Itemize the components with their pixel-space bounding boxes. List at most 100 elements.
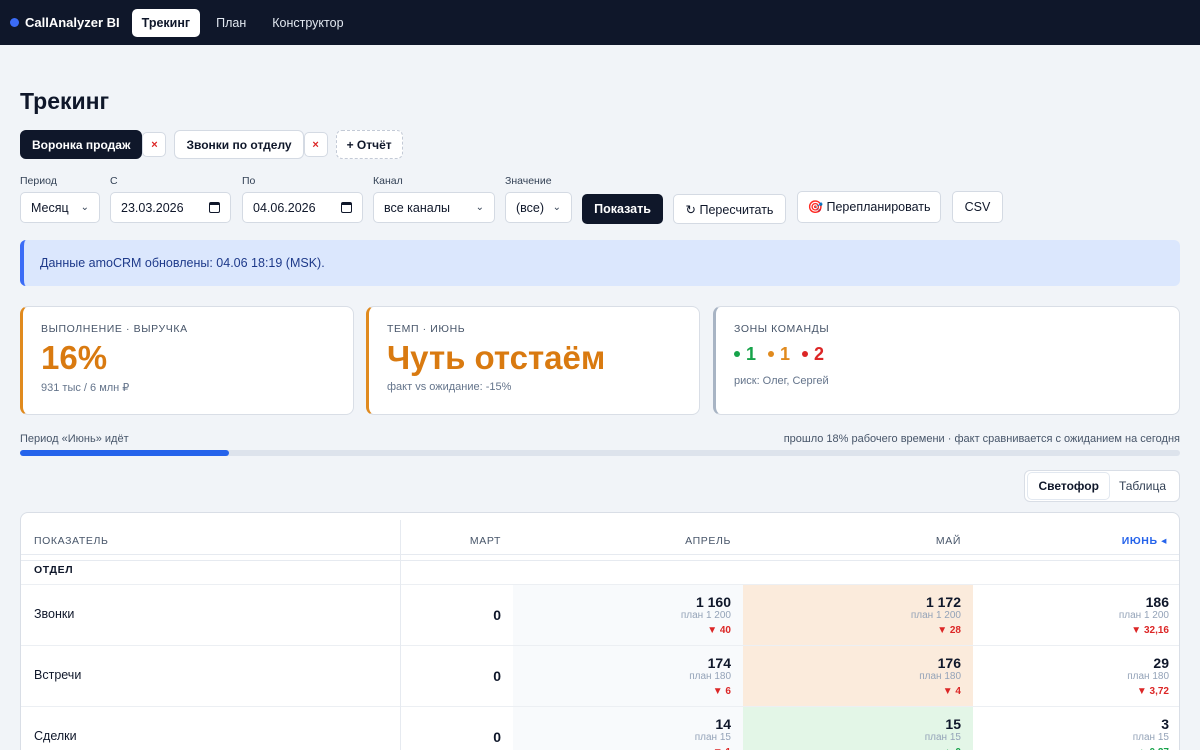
nav-tab-constructor[interactable]: Конструктор [262, 9, 353, 37]
cell-value: 0 [493, 668, 501, 684]
value-value: (все) [516, 200, 545, 215]
cell-value: 1 160 [695, 594, 731, 610]
csv-export-button[interactable]: CSV [952, 191, 1003, 223]
green-dot-icon [734, 351, 740, 357]
cell-plan: план 180 [689, 671, 731, 682]
red-dot-icon [802, 351, 809, 357]
view-traffic-light-button[interactable]: Светофор [1028, 473, 1109, 499]
cell-delta: ▼ 4 [942, 686, 961, 697]
kpi-card-execution: Выполнение · выручка 16% 931 тыс / 6 млн… [20, 306, 354, 415]
report-tab-sales-funnel[interactable]: Воронка продаж [20, 130, 143, 159]
channel-label: Канал [373, 175, 403, 187]
row-label: Встречи [34, 668, 82, 682]
channel-value: все каналы [384, 200, 451, 215]
kpi-card-pace: Темп · июнь Чуть отстаём факт vs ожидани… [366, 306, 700, 415]
cell-value: 14 [715, 716, 731, 732]
close-report-sales-funnel-icon[interactable]: × [142, 132, 167, 157]
zone-red: 2 [802, 344, 824, 365]
cell-plan: план 15 [924, 732, 961, 743]
cell-plan: план 180 [919, 671, 961, 682]
chevron-down-icon: ⌄ [80, 202, 89, 213]
progress-caption: прошло 18% рабочего времени · факт сравн… [783, 433, 1180, 445]
zone-orange: 1 [768, 344, 790, 365]
to-label: По [242, 175, 256, 187]
from-date-value: 23.03.2026 [121, 200, 184, 215]
cell-value: 1 172 [925, 594, 961, 610]
chevron-down-icon: ⌄ [552, 202, 561, 213]
period-select[interactable]: Месяц ⌄ [20, 192, 100, 223]
period-value: Месяц [31, 200, 69, 215]
report-tab-dept-calls[interactable]: Звонки по отделу [174, 130, 304, 159]
kpi-execution-caption: Выполнение · выручка [41, 323, 188, 335]
cell-plan: план 1 200 [1118, 610, 1169, 621]
cell-plan: план 15 [1132, 732, 1169, 743]
group-label: Отдел [34, 564, 74, 576]
cell-delta: ▼ 6 [712, 686, 731, 697]
row-label-cell: Встречи [21, 645, 400, 706]
cell-april: 14план 15▼ 1 [513, 706, 743, 750]
channel-select[interactable]: все каналы ⌄ [373, 192, 495, 223]
to-date-input[interactable]: 04.06.2026 [242, 192, 363, 223]
kpi-card-zones: Зоны команды 1 1 2 риск: Олег, Сергей [713, 306, 1180, 415]
zones-counts: 1 1 2 [734, 343, 1161, 365]
to-date-value: 04.06.2026 [253, 200, 316, 215]
value-label: Значение [505, 175, 552, 187]
top-navbar: CallAnalyzer BI Трекинг План Конструктор [0, 0, 1200, 45]
show-button[interactable]: Показать [582, 194, 663, 224]
table-row: Звонки 0 1 160 план 1 200 ▼ 40 1 172 план 1 20… [21, 584, 1179, 645]
group-row: Отдел [21, 554, 1179, 584]
cell-value: 186 [1145, 594, 1169, 610]
row-label-cell: Звонки [21, 584, 400, 645]
view-table-button[interactable]: Таблица [1109, 473, 1176, 499]
cell-june: 3план 15▲ 0,27 [973, 706, 1179, 750]
kpi-pace-sub: факт vs ожидание: -15% [387, 381, 512, 393]
close-report-dept-calls-icon[interactable]: × [303, 132, 328, 157]
table-row: Встречи 0 174 план 180 ▼ 6 176 план 180 ▼ 4 29 пл… [21, 645, 1179, 706]
progress-period-label: Период «Июнь» идёт [20, 433, 129, 445]
from-date-input[interactable]: 23.03.2026 [110, 192, 231, 223]
cell-may: 1 172 план 1 200 ▼ 28 [743, 584, 973, 645]
kpi-execution-sub: 931 тыс / 6 млн ₽ [41, 382, 130, 394]
brand-logo-icon [10, 18, 19, 27]
row-label: Сделки [34, 729, 77, 743]
cell-value: 29 [1153, 655, 1169, 671]
cell-delta: ▼ 32,16 [1131, 625, 1169, 636]
cell-value: 0 [493, 729, 501, 745]
cell-march: 0 [401, 584, 513, 645]
cell-value: 15 [945, 716, 961, 732]
zone-green-count: 1 [746, 343, 757, 364]
cell-june: 186 план 1 200 ▼ 32,16 [973, 584, 1179, 645]
cell-march: 0 [401, 706, 513, 750]
cell-value: 174 [707, 655, 731, 671]
chevron-down-icon: ⌄ [475, 202, 484, 213]
nav-tab-tracking[interactable]: Трекинг [131, 8, 201, 37]
banner-text: Данные amoCRM обновлены: 04.06 18:19 (MS… [40, 256, 325, 270]
recalculate-button[interactable]: ↻ Пересчитать [673, 194, 786, 224]
cell-plan: план 1 200 [910, 610, 961, 621]
zone-orange-count: 1 [780, 343, 791, 364]
cell-march: 0 [401, 645, 513, 706]
metrics-table: Показатель Март Апрель Май Июнь ◂ Отдел … [20, 512, 1180, 750]
zone-green: 1 [734, 344, 756, 365]
replan-button[interactable]: 🎯 Перепланировать [797, 191, 941, 223]
zone-red-count: 2 [814, 343, 825, 364]
brand[interactable]: CallAnalyzer BI [10, 15, 120, 30]
table-row: Сделки 0 14план 15▼ 115план 15▲ 03план 15▲… [21, 706, 1179, 750]
cell-delta: ▼ 28 [937, 625, 961, 636]
period-progress-bar [20, 450, 1180, 456]
value-select[interactable]: (все) ⌄ [505, 192, 572, 223]
cell-june: 29 план 180 ▼ 3,72 [973, 645, 1179, 706]
period-label: Период [20, 175, 57, 187]
page-title: Трекинг [20, 88, 110, 114]
row-label: Звонки [34, 607, 75, 621]
brand-name: CallAnalyzer BI [25, 15, 120, 30]
cell-may: 176 план 180 ▼ 4 [743, 645, 973, 706]
cell-plan: план 15 [694, 732, 731, 743]
calendar-icon [341, 202, 352, 213]
period-progress-fill [20, 450, 229, 456]
kpi-pace-caption: Темп · июнь [387, 323, 466, 335]
orange-dot-icon [768, 351, 775, 357]
cell-delta: ▼ 3,72 [1136, 686, 1169, 697]
nav-tab-plan[interactable]: План [206, 9, 256, 37]
add-report-button[interactable]: + Отчёт [335, 130, 403, 159]
